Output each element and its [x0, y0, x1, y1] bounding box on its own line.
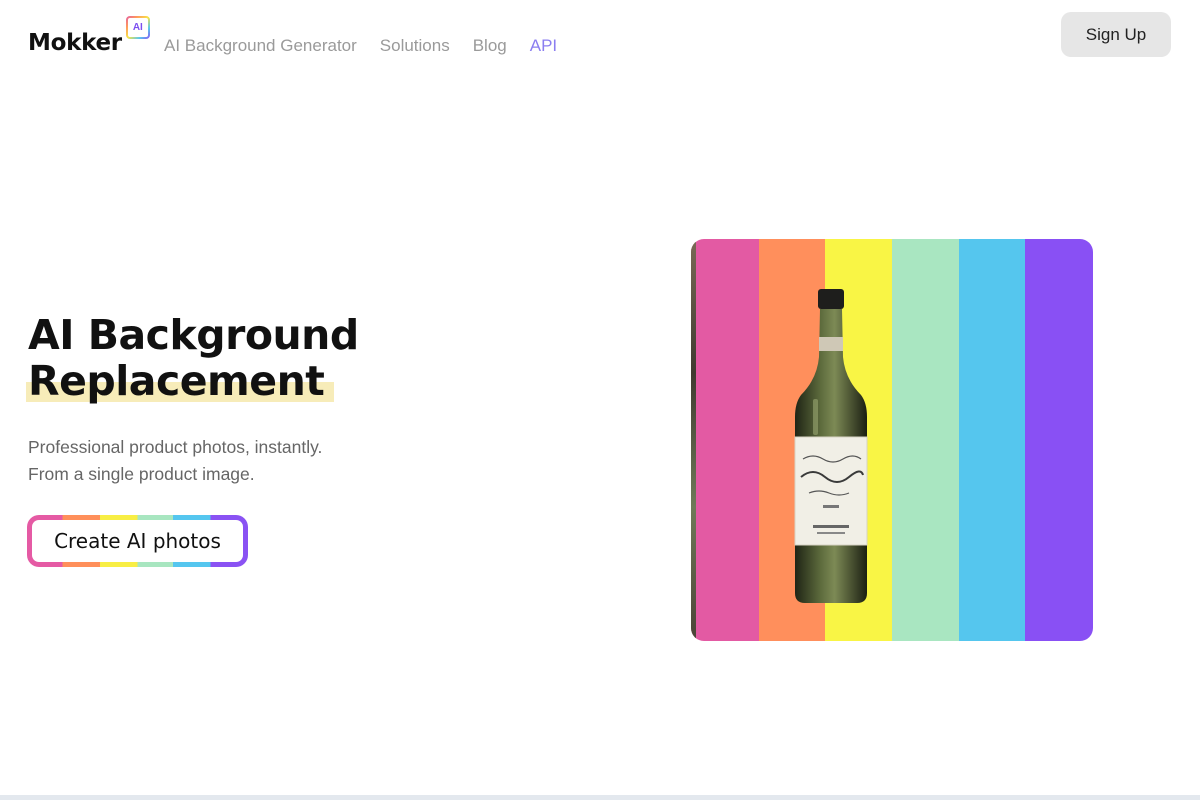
create-ai-photos-button[interactable]: Create AI photos [27, 515, 248, 567]
logo-ai-badge: AI [126, 16, 150, 39]
hero-subtitle: Professional product photos, instantly. … [28, 434, 322, 488]
nav-blog[interactable]: Blog [473, 36, 507, 56]
wine-bottle-image [794, 289, 868, 603]
nav-solutions[interactable]: Solutions [380, 36, 450, 56]
logo-text: Mokker [28, 30, 122, 56]
bottom-bar [0, 795, 1200, 800]
background-stripe [959, 239, 1025, 641]
image-edge-strip [691, 239, 696, 641]
background-stripe [691, 239, 759, 641]
hero-subtitle-line1: Professional product photos, instantly. [28, 437, 323, 457]
main-nav: AI Background Generator Solutions Blog A… [164, 36, 557, 56]
nav-api[interactable]: API [530, 36, 557, 56]
sign-up-button[interactable]: Sign Up [1061, 12, 1171, 57]
hero-title: AI Background Replacement [25, 311, 359, 405]
background-stripe [892, 239, 959, 641]
hero-title-line2: Replacement [25, 357, 335, 405]
hero-title-line1: AI Background [28, 311, 359, 359]
logo[interactable]: Mokker AI [28, 18, 150, 58]
background-stripe [1025, 239, 1093, 641]
product-image [691, 239, 1093, 641]
nav-ai-background-generator[interactable]: AI Background Generator [164, 36, 357, 56]
hero-subtitle-line2: From a single product image. [28, 464, 255, 484]
